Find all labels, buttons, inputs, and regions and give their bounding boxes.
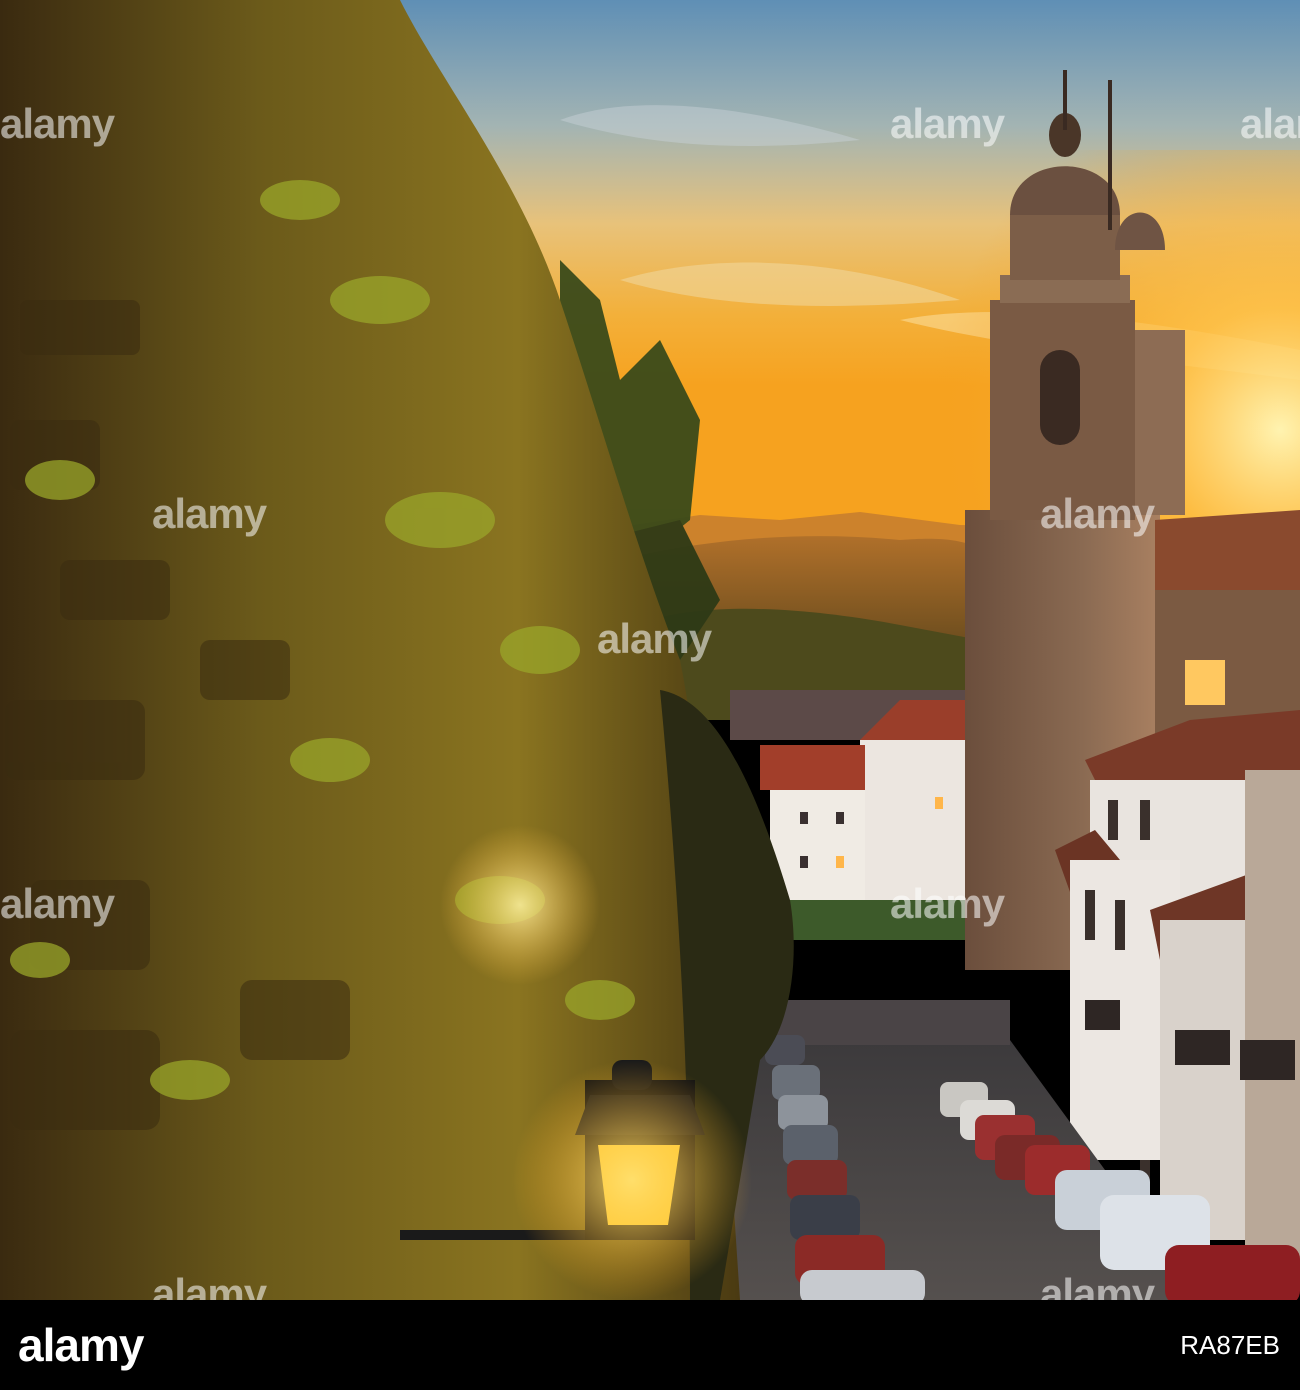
- footer-bar: alamy RA87EB: [0, 1300, 1300, 1390]
- photo: alamy alamy alamy alamy alamy alamy alam…: [0, 0, 1300, 1300]
- alamy-logo: alamy: [18, 1319, 144, 1371]
- image-id: RA87EB: [1180, 1330, 1280, 1360]
- sun-flare: [440, 825, 600, 985]
